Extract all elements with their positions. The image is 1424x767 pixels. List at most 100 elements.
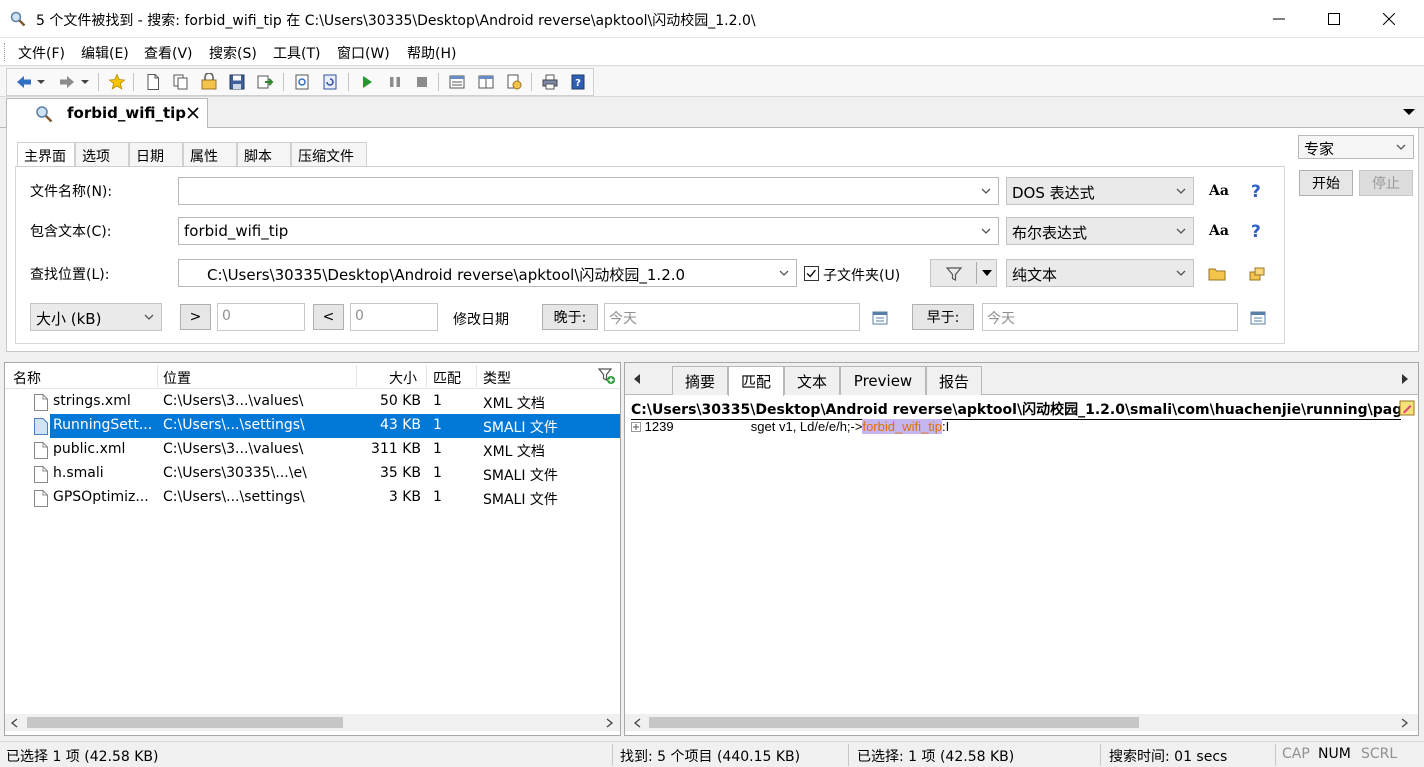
column-divider[interactable] [356,365,357,387]
help-filename-icon[interactable]: ? [1251,182,1261,202]
tab-summary[interactable]: 摘要 [672,366,728,395]
table-row[interactable]: strings.xml C:\Users\3...\values\ 50 KB … [5,390,620,414]
greater-than-button[interactable]: > [180,304,211,330]
tab-attributes[interactable]: 属性 [183,142,237,168]
tab-list-dropdown-icon[interactable] [1402,107,1416,117]
case-sensitive-filename-icon[interactable]: Aa [1209,183,1229,199]
mode-select[interactable]: 专家 [1298,135,1414,159]
column-matches[interactable]: 匹配 [433,368,461,388]
menu-tools[interactable]: 工具(T) [273,43,320,63]
menu-window[interactable]: 窗口(W) [337,43,390,63]
tab-report[interactable]: 报告 [926,366,982,395]
table-row-selected[interactable]: RunningSett... C:\Users\...\settings\ 43… [5,414,620,438]
tab-text[interactable]: 文本 [784,366,840,395]
settings-button[interactable] [504,72,524,92]
table-row[interactable]: h.smali C:\Users\30335\...\e\ 35 KB 1 SM… [5,462,620,486]
table-row[interactable]: public.xml C:\Users\3...\values\ 311 KB … [5,438,620,462]
scroll-thumb[interactable] [27,717,343,728]
start-search-button[interactable] [357,72,377,92]
subfolders-checkbox[interactable] [804,266,819,281]
help-text-icon[interactable]: ? [1251,222,1261,242]
refresh-button[interactable] [320,72,340,92]
close-tab-icon[interactable] [187,107,199,119]
maximize-button[interactable] [1307,0,1361,38]
less-than-button[interactable]: < [313,304,344,330]
size-max-input[interactable]: 0 [350,303,438,331]
filter-add-icon[interactable] [598,367,616,385]
search-tab[interactable]: forbid_wifi_tip [6,98,208,128]
tab-preview[interactable]: Preview [840,366,926,395]
layout-button-2[interactable] [476,72,496,92]
scroll-left-icon[interactable] [10,718,18,728]
tab-matches[interactable]: 匹配 [728,366,784,396]
new-search-button[interactable] [143,72,163,92]
close-button[interactable] [1362,0,1416,38]
column-location[interactable]: 位置 [163,368,191,388]
menu-file[interactable]: 文件(F) [18,43,65,63]
report-button[interactable] [292,72,312,92]
forward-dropdown[interactable] [80,72,90,92]
expand-plus-icon[interactable] [631,422,641,432]
calendar-icon[interactable] [872,309,888,325]
scroll-right-icon[interactable] [1401,718,1409,728]
copy-search-button[interactable] [171,72,191,92]
after-date-input[interactable]: 今天 [604,303,860,331]
after-date-button[interactable]: 晚于: [542,304,598,330]
pause-button[interactable] [385,72,405,92]
stop-button[interactable] [412,72,432,92]
back-button[interactable] [14,72,34,92]
column-divider[interactable] [157,365,158,387]
menu-search[interactable]: 搜索(S) [209,43,257,63]
help-book-button[interactable]: ? [568,72,588,92]
stop-search-button[interactable]: 停止 [1359,170,1413,196]
size-unit-select[interactable]: 大小 (kB) [30,303,162,331]
scroll-left-icon[interactable] [633,718,641,728]
column-size[interactable]: 大小 [389,368,417,388]
forward-button[interactable] [57,72,77,92]
scroll-thumb[interactable] [649,717,1139,728]
results-horizontal-scrollbar[interactable] [5,714,620,731]
minimize-button[interactable] [1252,0,1306,38]
edit-pencil-icon[interactable] [1399,400,1415,416]
layout-button-1[interactable] [447,72,467,92]
text-mode-select[interactable]: 纯文本 [1006,259,1194,287]
menu-help[interactable]: 帮助(H) [407,43,456,63]
case-sensitive-text-icon[interactable]: Aa [1209,223,1229,239]
filename-mode-select[interactable]: DOS 表达式 [1006,177,1194,205]
preview-horizontal-scrollbar[interactable] [625,714,1418,731]
export-button[interactable] [255,72,275,92]
column-divider[interactable] [476,365,477,387]
table-row[interactable]: GPSOptimiz... C:\Users\...\settings\ 3 K… [5,486,620,510]
back-dropdown[interactable] [36,72,46,92]
tab-options[interactable]: 选项 [75,142,129,168]
menu-edit[interactable]: 编辑(E) [81,43,129,63]
tabs-scroll-left-icon[interactable] [633,373,641,385]
tabs-scroll-right-icon[interactable] [1401,373,1409,385]
column-type[interactable]: 类型 [483,368,511,388]
favorites-button[interactable] [107,72,127,92]
column-divider[interactable] [426,365,427,387]
column-name[interactable]: 名称 [13,368,41,388]
tab-date[interactable]: 日期 [129,142,183,168]
tab-main[interactable]: 主界面 [17,142,75,169]
menu-view[interactable]: 查看(V) [144,43,193,63]
scroll-right-icon[interactable] [606,718,614,728]
save-button[interactable] [227,72,247,92]
size-min-input[interactable]: 0 [217,303,305,331]
print-button[interactable] [540,72,560,92]
browse-folders-icon[interactable] [1248,265,1266,283]
calendar-icon[interactable] [1250,309,1266,325]
start-button[interactable]: 开始 [1299,170,1353,196]
contains-text-input[interactable]: forbid_wifi_tip [178,217,999,245]
before-date-input[interactable]: 今天 [982,303,1238,331]
filter-button[interactable] [930,259,997,287]
location-input[interactable]: C:\Users\30335\Desktop\Android reverse\a… [178,259,797,287]
open-search-button[interactable] [199,72,219,92]
filename-input[interactable] [178,177,999,205]
tab-archive[interactable]: 压缩文件 [291,142,367,168]
folder-icon[interactable] [1208,265,1226,283]
contains-mode-select[interactable]: 布尔表达式 [1006,217,1194,245]
before-date-button[interactable]: 早于: [912,304,974,330]
tab-script[interactable]: 脚本 [237,142,291,168]
match-line[interactable]: 1239 sget v1, Ld/e/e/h;->forbid_wifi_tip… [631,419,949,434]
